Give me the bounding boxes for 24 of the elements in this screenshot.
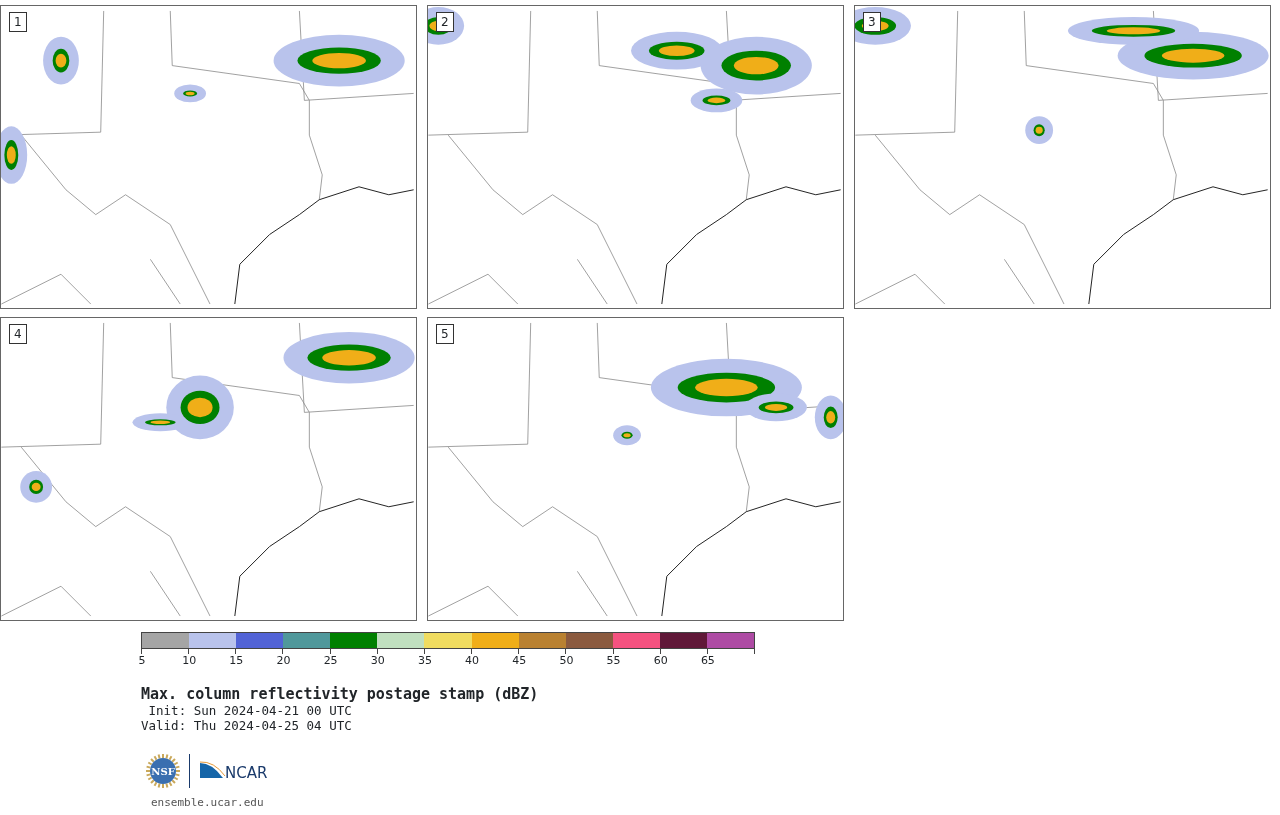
tick-label: 50 [559, 654, 574, 667]
panel-number: 4 [9, 324, 27, 344]
plot-title: Max. column reflectivity postage stamp (dBZ) [141, 685, 540, 703]
tick-label: 5 [138, 654, 146, 667]
tick-label: 60 [653, 654, 668, 667]
seal-logo: NSF [145, 753, 181, 789]
panel-number: 3 [863, 12, 881, 32]
init-time: Init: Sun 2024-04-21 00 UTC [147, 703, 353, 718]
tick-label: 55 [606, 654, 621, 667]
panel-number: 1 [9, 12, 27, 32]
website-url: ensemble.ucar.edu [151, 796, 264, 809]
tick-label: 20 [276, 654, 291, 667]
tick-label: 25 [323, 654, 338, 667]
wordmark-logo: NCAR [198, 759, 274, 783]
tick-label: 35 [417, 654, 432, 667]
panel-number: 2 [436, 12, 454, 32]
tick-label: 65 [700, 654, 715, 667]
tick-label: 40 [465, 654, 480, 667]
tick-label: 10 [182, 654, 197, 667]
valid-time: Valid: Thu 2024-04-25 04 UTC [141, 718, 353, 733]
panel-number: 5 [436, 324, 454, 344]
tick-label: 45 [512, 654, 527, 667]
tick-label: 15 [229, 654, 244, 667]
tick-label: 30 [370, 654, 385, 667]
